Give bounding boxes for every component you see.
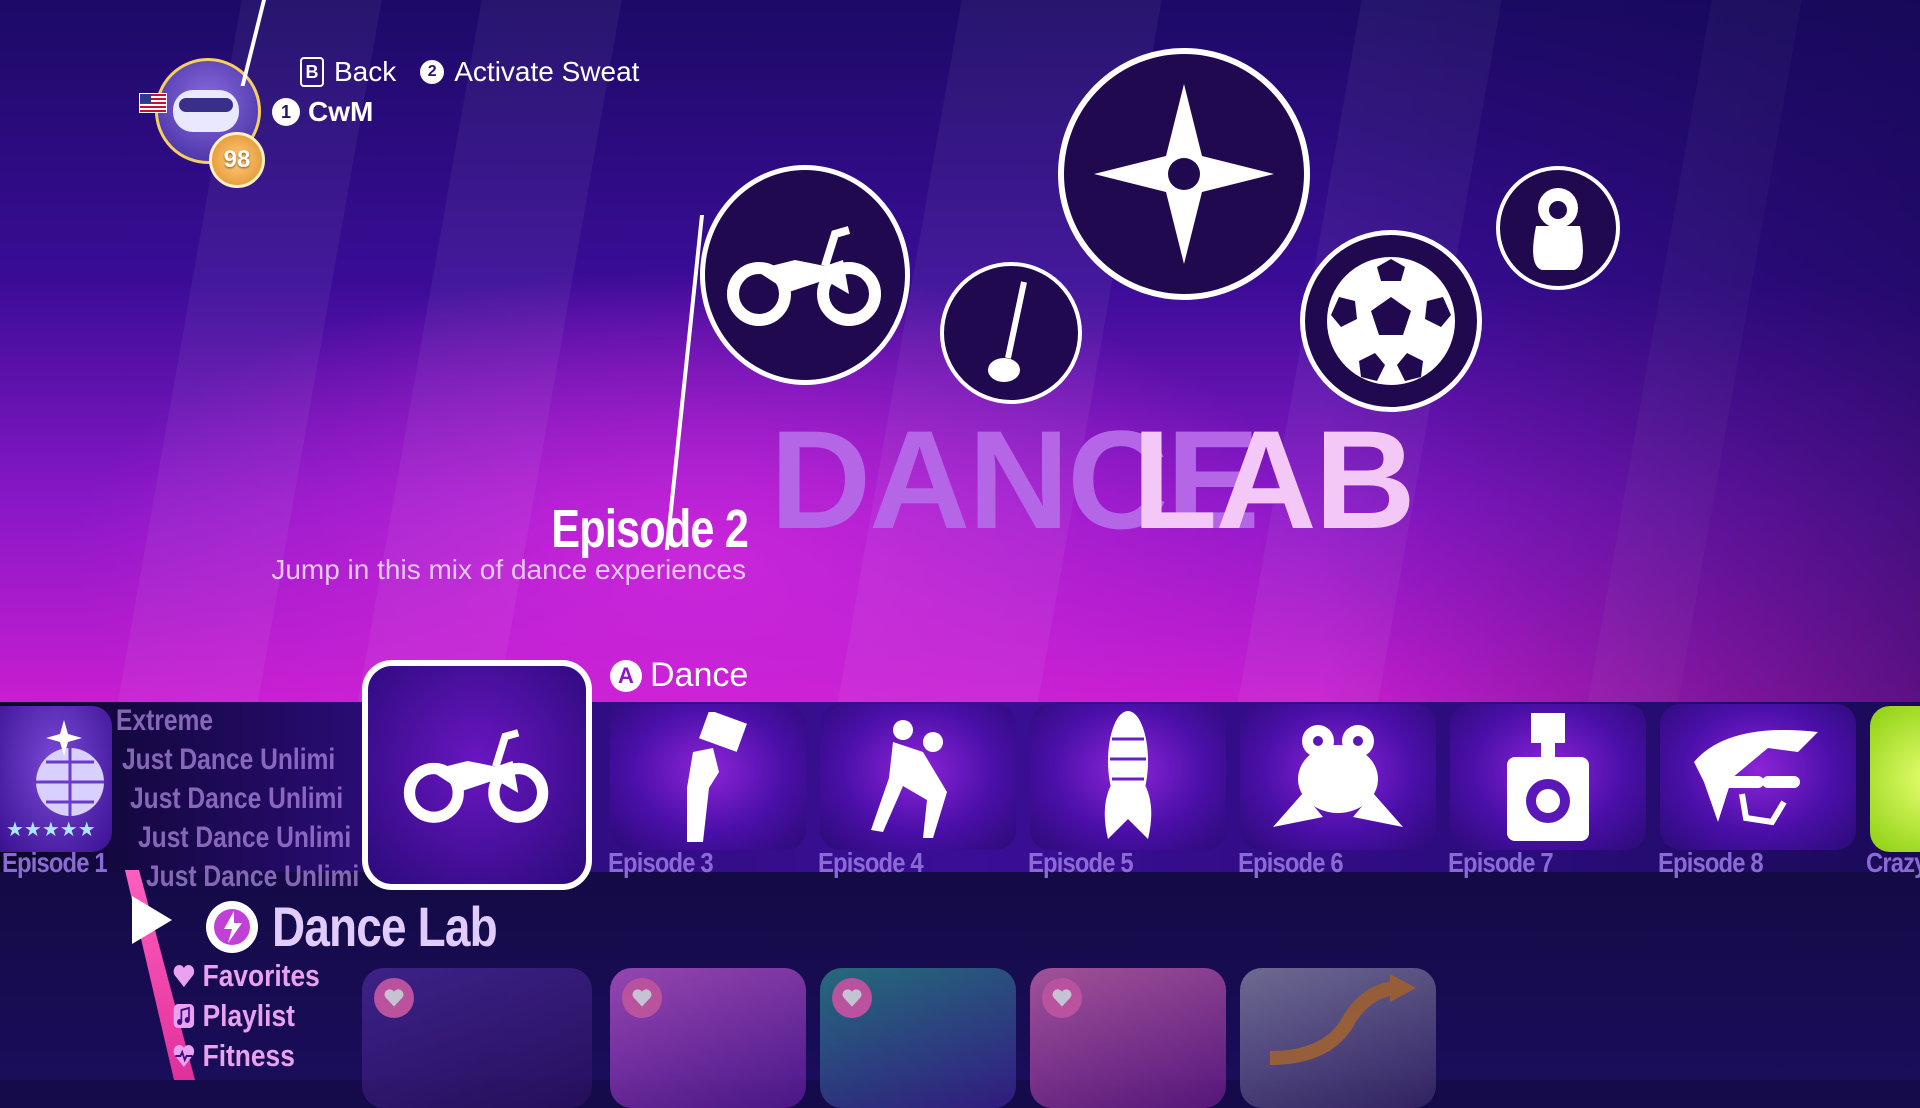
favorite-heart-icon xyxy=(832,978,872,1018)
tile-episode-7[interactable] xyxy=(1450,704,1646,850)
menu-item-just-dance-unlimited[interactable]: Just Dance Unlimi xyxy=(146,860,359,894)
hand-card-icon xyxy=(687,712,747,842)
episode-title: Episode 2 xyxy=(551,499,749,559)
tile-label-crazy: Crazy xyxy=(1866,847,1920,878)
emblem-matryoshka xyxy=(1496,166,1620,290)
favorite-heart-icon xyxy=(1042,978,1082,1018)
player-number-badge: 1 xyxy=(272,98,300,126)
disco-ball-icon: ★★★★★ xyxy=(6,720,104,841)
tile-episode-2-selected[interactable] xyxy=(362,660,592,890)
emblem-soccer-ball xyxy=(1300,230,1482,412)
tile-episode-6[interactable] xyxy=(1240,704,1436,850)
tile-label-episode-4: Episode 4 xyxy=(818,847,924,878)
heart-icon xyxy=(173,964,195,987)
dance-action-label: Dance xyxy=(650,656,749,694)
shuffle-tile[interactable] xyxy=(1240,968,1436,1108)
motorcycle-icon xyxy=(403,729,549,823)
shuriken-icon xyxy=(1094,84,1274,264)
song-tile[interactable] xyxy=(1030,968,1226,1108)
song-tile[interactable] xyxy=(610,968,806,1108)
playlist-title-lab: LAB xyxy=(1132,401,1416,558)
matryoshka-icon xyxy=(1533,188,1583,270)
motorcycle-icon xyxy=(727,226,881,326)
category-dance-lab[interactable]: Dance Lab xyxy=(206,894,546,959)
back-hint[interactable]: Back xyxy=(334,56,396,88)
tile-label-episode-8: Episode 8 xyxy=(1658,847,1764,878)
svg-text:★★★★★: ★★★★★ xyxy=(6,817,96,841)
playlist-tagline: Jump in this mix of dance experiences xyxy=(271,554,746,585)
submenu-playlist-label: Playlist xyxy=(202,998,295,1033)
heartbeat-icon xyxy=(173,1044,195,1067)
camera-icon xyxy=(1507,713,1589,841)
tile-label-episode-1: Episode 1 xyxy=(2,847,108,878)
submenu-favorites[interactable]: Favorites xyxy=(172,958,320,994)
tile-episode-8[interactable] xyxy=(1660,704,1856,850)
soccer-ball-icon xyxy=(1327,257,1455,385)
button-2-icon: 2 xyxy=(420,60,445,84)
tile-label-episode-6: Episode 6 xyxy=(1238,847,1344,878)
b-button-icon: B xyxy=(300,57,324,87)
playlist-category-list: Extreme Just Dance Unlimi Just Dance Unl… xyxy=(112,704,372,899)
sunglasses-face-icon xyxy=(1694,730,1818,826)
menu-item-just-dance-unlimited[interactable]: Just Dance Unlimi xyxy=(130,782,343,816)
category-label: Dance Lab xyxy=(272,895,498,958)
tile-episode-5[interactable] xyxy=(1030,704,1226,850)
favorite-heart-icon xyxy=(374,978,414,1018)
player-tag: 1 CwM xyxy=(272,96,373,128)
corn-icon xyxy=(1104,711,1152,839)
avatar-glasses xyxy=(179,98,233,112)
dance-action-hint[interactable]: A Dance xyxy=(610,656,748,695)
level-badge: 98 xyxy=(209,132,265,188)
song-tile[interactable] xyxy=(820,968,1016,1108)
dancing-couple-icon xyxy=(871,720,947,838)
tile-label-episode-5: Episode 5 xyxy=(1028,847,1134,878)
play-arrow-icon xyxy=(132,896,172,944)
submenu-fitness-label: Fitness xyxy=(202,1038,295,1073)
submenu-fitness[interactable]: Fitness xyxy=(172,1038,320,1074)
music-note-icon xyxy=(173,1004,195,1028)
emblem-motorcycle xyxy=(700,165,910,385)
tile-crazy-partial[interactable] xyxy=(1870,706,1920,852)
menu-item-just-dance-unlimited[interactable]: Just Dance Unlimi xyxy=(138,821,351,855)
emblem-shuriken xyxy=(1058,48,1310,300)
tennis-ball-icon xyxy=(1870,706,1920,852)
category-submenu: Favorites Playlist Fitness xyxy=(172,958,346,1078)
menu-item-extreme[interactable]: Extreme xyxy=(116,704,326,738)
tile-episode-1[interactable]: ★★★★★ xyxy=(0,706,112,852)
submenu-favorites-label: Favorites xyxy=(202,958,320,993)
song-tile[interactable] xyxy=(362,968,592,1108)
favorite-heart-icon xyxy=(622,978,662,1018)
emblem-sitar xyxy=(940,262,1082,404)
shuffle-icon xyxy=(1269,974,1416,1065)
menu-item-just-dance-unlimited[interactable]: Just Dance Unlimi xyxy=(122,743,335,777)
submenu-playlist[interactable]: Playlist xyxy=(172,998,320,1034)
usa-flag-icon xyxy=(139,93,167,113)
dance-lab-icon xyxy=(206,900,258,953)
tile-label-episode-3: Episode 3 xyxy=(608,847,714,878)
tile-episode-4[interactable] xyxy=(820,704,1016,850)
activate-sweat-hint[interactable]: Activate Sweat xyxy=(454,56,639,88)
tile-episode-3[interactable] xyxy=(610,704,806,850)
button-hints: B Back 2 Activate Sweat xyxy=(300,56,639,88)
tile-label-episode-7: Episode 7 xyxy=(1448,847,1554,878)
sitar-icon xyxy=(988,281,1027,382)
a-button-icon: A xyxy=(610,659,642,692)
player-name: CwM xyxy=(308,96,374,127)
frog-icon xyxy=(1273,725,1403,827)
